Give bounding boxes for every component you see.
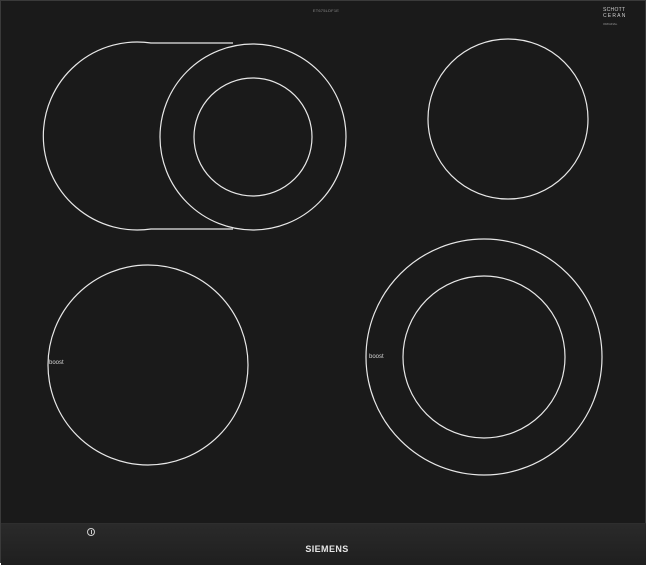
back-left-extended-zone-outline [42,41,233,231]
front-right-inner-ring [402,275,566,439]
front-right-outer-ring [365,238,603,476]
back-right-zone-ring [427,38,589,200]
front-right-boost-label: boost [369,354,384,360]
cooktop-panel: ET675LDF1E SCHOTT CERAN ORIGINAL boost b… [0,0,646,565]
front-left-zone-ring [47,264,249,466]
cooking-zones [42,38,603,476]
power-icon[interactable] [87,528,95,536]
siemens-logo: SIEMENS [305,544,349,554]
front-left-boost-label: boost [49,360,64,366]
back-left-outer-ring [159,43,347,231]
back-left-inner-ring [193,77,313,197]
